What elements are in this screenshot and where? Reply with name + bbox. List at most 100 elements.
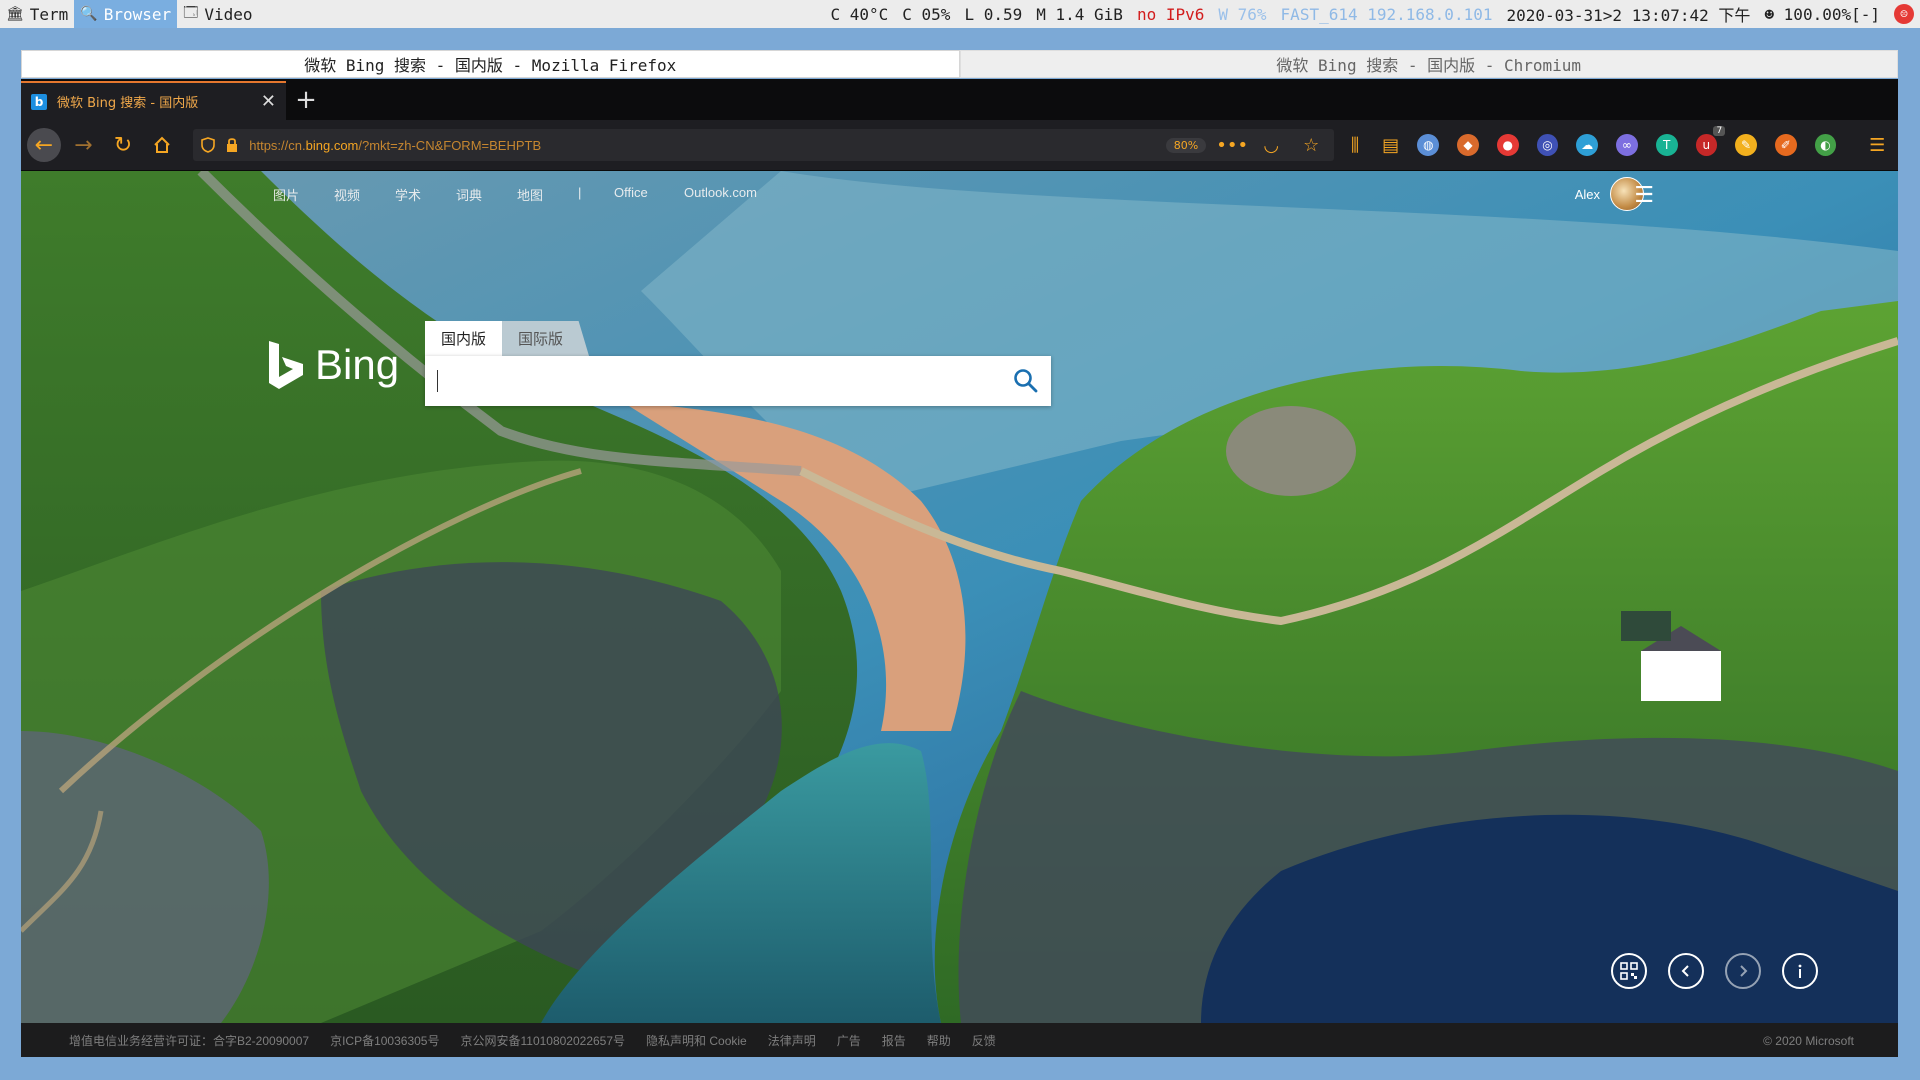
datetime-status: 2020-03-31>2 13:07:42 下午 xyxy=(1506,6,1751,25)
footer-police-link[interactable]: 京公网安备11010802022657号 xyxy=(460,1032,625,1049)
info-icon xyxy=(1798,964,1802,978)
qr-code-button[interactable] xyxy=(1611,953,1647,989)
wifi-status: W 76% xyxy=(1218,4,1267,24)
footer-help-link[interactable]: 帮助 xyxy=(927,1032,951,1049)
workspace-label: Video xyxy=(204,4,253,24)
workspace-browser[interactable]: 🔍 Browser xyxy=(74,0,178,28)
bing-logo-text: Bing xyxy=(315,341,400,388)
window-tab-chromium[interactable]: 微软 Bing 搜索 - 国内版 - Chromium xyxy=(959,50,1898,78)
chevron-left-icon xyxy=(1681,965,1689,977)
page-footer: 增值电信业务经营许可证：合字B2-20090007 京ICP备10036305号… xyxy=(21,1023,1898,1057)
browser-tab-strip: b 微软 Bing 搜索 - 国内版 ✕ + xyxy=(21,79,1898,120)
sidebar-icon[interactable]: ▤ xyxy=(1376,135,1406,156)
close-icon[interactable]: ✕ xyxy=(261,91,276,112)
fox-extension-icon[interactable]: ◆ xyxy=(1457,134,1479,156)
footer-copyright: © 2020 Microsoft xyxy=(1763,1033,1854,1048)
text-caret xyxy=(437,370,438,392)
pocket-icon[interactable]: ◡ xyxy=(1256,135,1286,156)
home-icon xyxy=(154,136,171,153)
browser-tab-bing[interactable]: b 微软 Bing 搜索 - 国内版 ✕ xyxy=(21,81,286,120)
shield-icon xyxy=(201,137,216,153)
footer-legal-link[interactable]: 法律声明 xyxy=(768,1032,816,1049)
network-status: FAST_614 192.168.0.101 xyxy=(1280,4,1493,24)
forward-button[interactable]: → xyxy=(67,128,101,162)
cloud-extension-icon[interactable]: ☁ xyxy=(1576,134,1599,156)
search-market-tabs: 国内版 国际版 xyxy=(425,321,590,356)
brush-extension-icon[interactable]: ✐ xyxy=(1774,134,1797,156)
nav-outlook-link[interactable]: Outlook.com xyxy=(684,185,757,200)
extension-badge: 7 xyxy=(1713,126,1726,136)
world-extension-icon[interactable]: ◎ xyxy=(1536,134,1559,156)
footer-ads-link[interactable]: 广告 xyxy=(837,1032,861,1049)
bookmark-star-icon[interactable]: ☆ xyxy=(1296,135,1326,156)
volume-status: ☻ 100.00%[-] xyxy=(1764,4,1880,24)
load-status: L 0.59 xyxy=(964,4,1023,24)
library-icon[interactable]: ⫼ xyxy=(1340,135,1370,156)
color-extension-icon[interactable]: ◐ xyxy=(1814,134,1837,156)
window-tab-firefox[interactable]: 微软 Bing 搜索 - 国内版 - Mozilla Firefox xyxy=(21,50,960,78)
menu-icon[interactable]: ☰ xyxy=(1862,135,1892,156)
search-box xyxy=(425,356,1051,406)
tab-international[interactable]: 国际版 xyxy=(502,321,590,356)
bing-page: 图片 视频 学术 词典 地图 | Office Outlook.com Alex… xyxy=(21,171,1898,1057)
url-bar[interactable]: https://cn.bing.com/?mkt=zh-CN&FORM=BEHP… xyxy=(193,129,1335,161)
window-tabs: 微软 Bing 搜索 - 国内版 - Mozilla Firefox 微软 Bi… xyxy=(21,50,1898,78)
search-button[interactable] xyxy=(1001,356,1051,406)
lock-icon xyxy=(227,138,238,152)
new-tab-button[interactable]: + xyxy=(286,81,326,120)
chevron-right-icon xyxy=(1740,965,1748,977)
translate-extension-icon[interactable]: T xyxy=(1655,134,1678,156)
footer-report-link[interactable]: 报告 xyxy=(882,1032,906,1049)
next-image-button[interactable] xyxy=(1725,953,1761,989)
location-extension-icon[interactable]: ● xyxy=(1496,134,1519,156)
bing-b-icon xyxy=(269,341,303,389)
image-controls xyxy=(1611,953,1818,989)
url-text[interactable]: https://cn.bing.com/?mkt=zh-CN&FORM=BEHP… xyxy=(249,138,1156,153)
nav-divider: | xyxy=(578,185,582,200)
temperature-status: C 40°C xyxy=(830,4,889,24)
search-icon: 🔍 xyxy=(80,6,98,22)
system-status-bar: 🏛 Term 🔍 Browser 🗔 Video C 40°C C 05% L … xyxy=(0,0,1920,28)
ipv6-status: no IPv6 xyxy=(1136,4,1205,24)
cpu-status: C 05% xyxy=(902,4,951,24)
status-indicators: C 40°C C 05% L 0.59 M 1.4 GiB no IPv6 W … xyxy=(830,2,1920,26)
ublock-extension-icon[interactable]: u7 xyxy=(1695,126,1726,156)
image-info-button[interactable] xyxy=(1782,953,1818,989)
home-button[interactable] xyxy=(146,128,180,162)
footer-privacy-link[interactable]: 隐私声明和 Cookie xyxy=(646,1032,747,1049)
nav-office-link[interactable]: Office xyxy=(614,185,648,200)
globe-extension-icon[interactable]: ◍ xyxy=(1417,134,1440,156)
terminal-icon: 🏛 xyxy=(6,6,24,22)
workspace-video[interactable]: 🗔 Video xyxy=(177,0,258,28)
qr-code-icon xyxy=(1620,962,1638,980)
back-button[interactable]: ← xyxy=(27,128,61,162)
page-actions-icon[interactable]: ••• xyxy=(1216,135,1248,156)
nav-images-link[interactable]: 图片 xyxy=(273,185,299,204)
nav-academic-link[interactable]: 学术 xyxy=(395,185,421,204)
nav-videos-link[interactable]: 视频 xyxy=(334,185,360,204)
hamburger-menu-icon[interactable]: ☰ xyxy=(1634,183,1654,208)
workspace-term[interactable]: 🏛 Term xyxy=(0,0,74,28)
tray-app-icon[interactable]: ☹ xyxy=(1894,4,1914,24)
nav-dictionary-link[interactable]: 词典 xyxy=(456,185,482,204)
tab-domestic[interactable]: 国内版 xyxy=(425,321,503,356)
reload-button[interactable]: ↻ xyxy=(106,128,140,162)
bing-favicon-icon: b xyxy=(31,93,47,110)
footer-license-link[interactable]: 增值电信业务经营许可证：合字B2-20090007 xyxy=(69,1032,309,1049)
previous-image-button[interactable] xyxy=(1668,953,1704,989)
browser-tab-title: 微软 Bing 搜索 - 国内版 xyxy=(57,96,199,111)
glasses-extension-icon[interactable]: ∞ xyxy=(1616,134,1638,156)
workspace-label: Term xyxy=(29,4,69,24)
pen-extension-icon[interactable]: ✎ xyxy=(1735,134,1757,156)
navigation-toolbar: ← → ↻ https://cn.bing.com/?mkt=zh-CN&FOR… xyxy=(21,120,1898,171)
footer-icp-link[interactable]: 京ICP备10036305号 xyxy=(330,1032,439,1049)
tv-icon: 🗔 xyxy=(183,5,199,21)
workspace-label: Browser xyxy=(103,4,172,24)
background-landscape-image xyxy=(21,171,1898,1023)
zoom-indicator[interactable]: 80% xyxy=(1165,137,1207,153)
search-input[interactable] xyxy=(425,360,1001,402)
user-name: Alex xyxy=(1574,186,1600,202)
bing-logo[interactable]: Bing xyxy=(267,339,399,391)
nav-maps-link[interactable]: 地图 xyxy=(517,185,543,204)
footer-feedback-link[interactable]: 反馈 xyxy=(972,1032,996,1049)
